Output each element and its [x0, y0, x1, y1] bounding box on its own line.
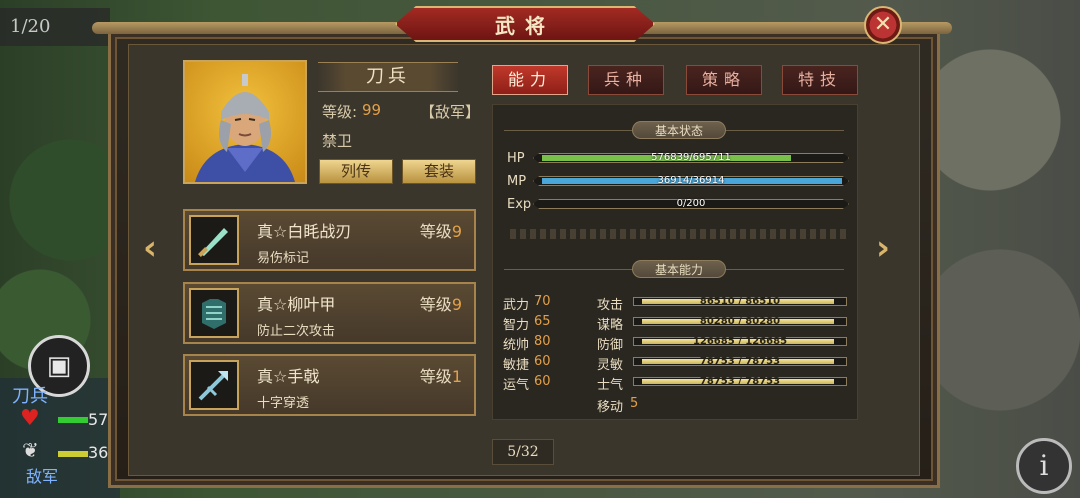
move-label: 移动	[597, 400, 624, 415]
attr-value: 65	[534, 314, 551, 329]
move-value: 5	[630, 396, 639, 411]
general-name: 刀兵	[318, 62, 458, 92]
page-indicator: 5/32	[492, 439, 554, 465]
basic-ability-title: 基本能力	[632, 260, 726, 278]
level-label: 等级:	[322, 103, 358, 121]
hp-label: HP	[507, 151, 525, 166]
equipment-level: 等级9	[419, 295, 462, 314]
combat-label: 士气	[597, 378, 624, 393]
strategy-value: 80280 / 80280	[699, 316, 781, 327]
attr-value: 60	[534, 354, 551, 369]
armor-icon	[189, 288, 239, 338]
exp-value: 0/200	[676, 198, 706, 209]
equipment-name: 真☆手戟	[257, 367, 320, 386]
defense-value: 126685 / 126685	[692, 336, 788, 347]
hud-mp-bar	[58, 451, 88, 457]
blade-icon	[189, 215, 239, 265]
attr-value: 80	[534, 334, 551, 349]
exp-label: Exp	[507, 197, 532, 212]
combat-label: 灵敏	[597, 358, 624, 373]
equipment-name: 真☆柳叶甲	[257, 295, 336, 314]
equipment-level: 等级1	[419, 367, 462, 386]
tab-special-skill[interactable]: 特技	[782, 65, 858, 95]
equipment-effect: 十字穿透	[257, 396, 310, 411]
chevron-left-icon: ‹	[143, 228, 158, 268]
next-general-button[interactable]: ›	[876, 228, 890, 268]
equipment-name: 真☆白眊战刃	[257, 222, 352, 241]
heart-icon: ♥	[20, 406, 40, 431]
equipment-slot-weapon[interactable]: 真☆白眊战刃 等级9 易伤标记	[183, 209, 476, 271]
equipment-effect: 易伤标记	[257, 251, 310, 266]
attr-label: 运气	[503, 378, 530, 393]
equipment-slot-accessory[interactable]: 真☆手戟 等级1 十字穿透	[183, 354, 476, 416]
decorative-border	[510, 229, 850, 239]
window-title: 武将	[395, 6, 655, 42]
mp-label: MP	[507, 174, 527, 189]
info-button[interactable]: i	[1016, 438, 1072, 494]
tab-ability[interactable]: 能力	[492, 65, 568, 95]
attack-value: 86510 / 86510	[699, 296, 781, 307]
unit-class: 禁卫	[322, 132, 353, 150]
hp-value: 576839/695711	[651, 152, 731, 163]
attr-label: 统帅	[503, 338, 530, 353]
chevron-right-icon: ›	[876, 228, 891, 268]
combat-label: 攻击	[597, 298, 624, 313]
agility-value: 78753 / 78753	[699, 356, 781, 367]
feather-icon: ❦	[22, 438, 39, 462]
attr-label: 敏捷	[503, 358, 530, 373]
equipment-set-button[interactable]: 套装	[402, 159, 476, 184]
attr-value: 70	[534, 294, 551, 309]
hud-side-label: 敌军	[26, 467, 59, 486]
combat-label: 防御	[597, 338, 624, 353]
equipment-slot-armor[interactable]: 真☆柳叶甲 等级9 防止二次攻击	[183, 282, 476, 344]
attr-label: 武力	[503, 298, 530, 313]
equipment-level: 等级9	[419, 222, 462, 241]
biography-button[interactable]: 列传	[319, 159, 393, 184]
attr-value: 60	[534, 374, 551, 389]
tab-strategy[interactable]: 策略	[686, 65, 762, 95]
mp-value: 36914/36914	[657, 175, 725, 186]
general-portrait	[183, 60, 307, 184]
combat-label: 谋略	[597, 318, 624, 333]
soldier-portrait-icon	[195, 74, 295, 182]
equipment-effect: 防止二次攻击	[257, 324, 336, 339]
hud-hp-bar	[58, 417, 88, 423]
attr-label: 智力	[503, 318, 530, 333]
morale-value: 78753 / 78753	[699, 376, 781, 387]
level-value: 99	[362, 101, 382, 119]
previous-general-button[interactable]: ‹	[143, 228, 157, 268]
hud-unit-name: 刀兵	[12, 386, 48, 407]
box-icon: ▣	[46, 351, 72, 381]
halberd-icon	[189, 360, 239, 410]
tab-troop-type[interactable]: 兵种	[588, 65, 664, 95]
basic-status-title: 基本状态	[632, 121, 726, 139]
faction-label: 【敌军】	[420, 103, 481, 121]
close-button[interactable]: ✕	[864, 6, 902, 44]
close-icon: ✕	[873, 12, 893, 37]
